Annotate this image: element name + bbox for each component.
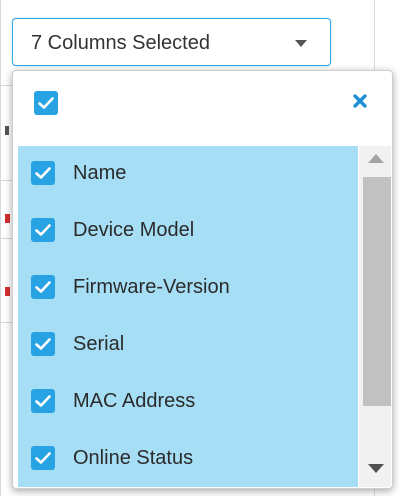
list-item-name[interactable]: Name	[18, 154, 358, 194]
item-label: Online Status	[73, 447, 194, 469]
check-icon	[35, 452, 51, 464]
item-checkbox[interactable]	[31, 161, 55, 185]
check-icon	[35, 167, 51, 179]
columns-select[interactable]: 7 Columns Selected	[12, 18, 331, 66]
list-scrollbar[interactable]	[359, 146, 391, 487]
item-label: Name	[73, 162, 127, 184]
list-item-device-model[interactable]: Device Model	[18, 211, 358, 251]
select-all-checkbox[interactable]	[34, 91, 58, 115]
chevron-down-icon	[295, 40, 307, 47]
dropdown-header	[13, 71, 392, 141]
check-icon	[35, 338, 51, 350]
list-item-online-status[interactable]: Online Status	[18, 439, 358, 479]
scrollbar-thumb[interactable]	[363, 177, 391, 406]
item-checkbox[interactable]	[31, 218, 55, 242]
list-item-mac-address[interactable]: MAC Address	[18, 382, 358, 422]
item-checkbox[interactable]	[31, 275, 55, 299]
columns-select-label: 7 Columns Selected	[31, 32, 210, 54]
column-options-list: Name Device Model Firmware-Version Seria…	[18, 146, 358, 487]
item-checkbox[interactable]	[31, 332, 55, 356]
check-icon	[35, 395, 51, 407]
check-icon	[35, 224, 51, 236]
item-checkbox[interactable]	[31, 389, 55, 413]
item-label: Firmware-Version	[73, 276, 230, 298]
table-cell-fragment	[5, 287, 10, 296]
item-label: Serial	[73, 333, 125, 355]
arrow-up-icon[interactable]	[368, 154, 384, 163]
table-border-left	[0, 0, 1, 496]
check-icon	[35, 281, 51, 293]
item-checkbox[interactable]	[31, 446, 55, 470]
table-cell-fragment	[5, 126, 9, 135]
list-item-firmware-version[interactable]: Firmware-Version	[18, 268, 358, 308]
close-x-icon[interactable]	[350, 91, 370, 111]
arrow-down-icon[interactable]	[368, 464, 384, 473]
item-label: MAC Address	[73, 390, 196, 412]
check-icon	[38, 97, 54, 109]
item-label: Device Model	[73, 219, 195, 241]
list-item-serial[interactable]: Serial	[18, 325, 358, 365]
table-cell-fragment	[5, 214, 10, 223]
columns-dropdown: Name Device Model Firmware-Version Seria…	[12, 70, 393, 489]
